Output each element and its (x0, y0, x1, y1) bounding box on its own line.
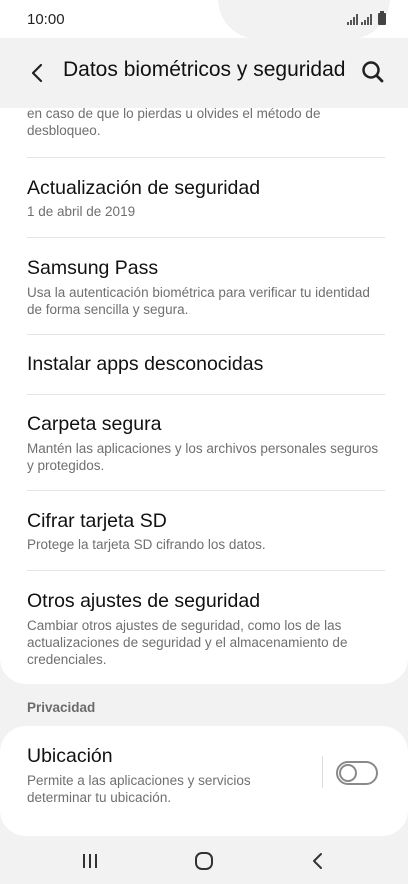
recent-apps-icon (83, 854, 97, 868)
clipped-item-subtitle-1: en caso de que lo pierdas u olvides el m… (27, 108, 321, 121)
divider (27, 334, 385, 335)
divider (27, 490, 385, 491)
item-title: Cifrar tarjeta SD (27, 510, 167, 532)
item-title: Carpeta segura (27, 413, 162, 435)
search-icon (362, 61, 384, 83)
item-title: Otros ajustes de seguridad (27, 590, 261, 612)
privacy-card: Ubicación Permite a las aplicaciones y s… (0, 726, 408, 836)
status-bar: 10:00 (0, 0, 408, 39)
divider (27, 394, 385, 395)
clipped-list-item[interactable]: en caso de que lo pierdas u olvides el m… (27, 108, 385, 139)
toggle-knob (339, 764, 357, 782)
navigation-bar (0, 836, 408, 884)
item-title: Actualización de seguridad (27, 177, 261, 199)
item-subtitle: Permite a las aplicaciones y servicios d… (27, 773, 251, 805)
list-item-install-unknown-apps[interactable]: Instalar apps desconocidas (27, 351, 385, 377)
signal-icon (347, 13, 358, 25)
home-button[interactable] (189, 846, 219, 876)
search-button[interactable] (358, 57, 388, 87)
toggle-divider (322, 756, 323, 788)
page-title: Datos biométricos y seguridad (63, 58, 346, 81)
divider (27, 157, 385, 158)
item-subtitle: Cambiar otros ajustes de seguridad, como… (27, 618, 348, 667)
list-item-location[interactable]: Ubicación Permite a las aplicaciones y s… (27, 743, 308, 806)
list-item-security-update[interactable]: Actualización de seguridad 1 de abril de… (27, 175, 385, 220)
list-item-secure-folder[interactable]: Carpeta segura Mantén las aplicaciones y… (27, 411, 385, 474)
nav-back-icon (313, 853, 322, 869)
item-subtitle: Protege la tarjeta SD cifrando los datos… (27, 537, 266, 552)
status-time: 10:00 (27, 11, 65, 28)
status-icons (347, 11, 386, 25)
security-settings-card: en caso de que lo pierdas u olvides el m… (0, 108, 408, 684)
item-title: Samsung Pass (27, 257, 159, 279)
home-icon (195, 852, 213, 870)
list-item-samsung-pass[interactable]: Samsung Pass Usa la autenticación biomét… (27, 255, 385, 318)
item-title: Ubicación (27, 745, 113, 767)
list-item-other-security-settings[interactable]: Otros ajustes de seguridad Cambiar otros… (27, 588, 385, 668)
location-toggle[interactable] (336, 761, 378, 785)
item-subtitle: Usa la autenticación biométrica para ver… (27, 285, 370, 317)
battery-icon (378, 11, 386, 25)
clipped-item-subtitle-2: desbloqueo. (27, 123, 101, 138)
item-title: Instalar apps desconocidas (27, 353, 264, 375)
item-subtitle: Mantén las aplicaciones y los archivos p… (27, 441, 379, 473)
list-item-encrypt-sd[interactable]: Cifrar tarjeta SD Protege la tarjeta SD … (27, 508, 385, 553)
divider (27, 570, 385, 571)
signal-2-icon (361, 13, 372, 25)
item-subtitle: 1 de abril de 2019 (27, 204, 136, 219)
divider (27, 237, 385, 238)
section-header-privacy: Privacidad (27, 700, 96, 715)
nav-back-button[interactable] (303, 846, 333, 876)
app-bar: Datos biométricos y seguridad (0, 38, 408, 108)
back-button[interactable] (22, 58, 52, 88)
recent-apps-button[interactable] (75, 846, 105, 876)
back-arrow-icon (31, 63, 43, 83)
